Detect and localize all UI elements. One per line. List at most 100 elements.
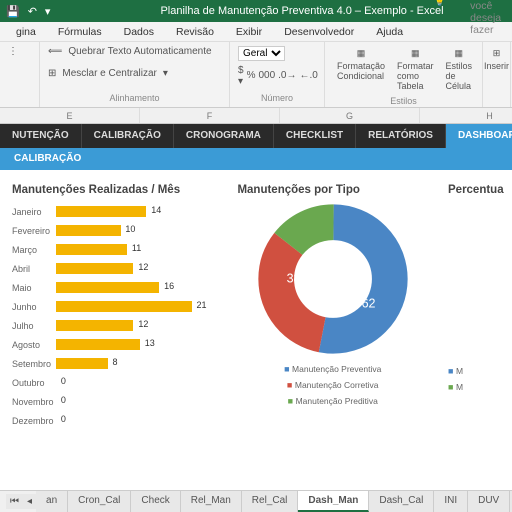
- conditional-formatting-button[interactable]: ▦Formatação Condicional: [333, 46, 389, 93]
- bar-value: 21: [196, 300, 206, 310]
- sheet-tab[interactable]: Rel_Man: [181, 491, 242, 512]
- styles-icon: ▦: [455, 48, 464, 59]
- ribbon-tab[interactable]: Fórmulas: [48, 23, 112, 41]
- bar-label: Agosto: [12, 340, 56, 350]
- ribbon-tab[interactable]: Exibir: [226, 23, 272, 41]
- legend-item: Manutenção Preditiva: [288, 396, 378, 406]
- bar-label: Dezembro: [12, 416, 56, 426]
- sheet-tabs: ⏮ ◂ anCron_CalCheckRel_ManRel_CalDash_Ma…: [0, 490, 512, 512]
- sheet-tab[interactable]: INI: [434, 491, 468, 512]
- legend-item: Manutenção Corretiva: [287, 380, 379, 390]
- sheet-tab[interactable]: Dash_Man: [298, 491, 369, 512]
- insert-button[interactable]: ⊞Inserir: [491, 46, 502, 73]
- bar-row: Janeiro 14: [12, 204, 217, 219]
- ribbon-tab[interactable]: Ajuda: [366, 23, 413, 41]
- tab-scroll-first-icon[interactable]: ⏮: [6, 494, 23, 509]
- bar-value: 12: [138, 262, 148, 272]
- nav-item[interactable]: NUTENÇÃO: [0, 124, 82, 148]
- col-header[interactable]: H: [420, 108, 512, 123]
- bar-label: Março: [12, 245, 56, 255]
- sheet-tab[interactable]: an: [36, 491, 68, 512]
- ribbon: ⋮ ⟸ Quebrar Texto Automaticamente ⊞ Mesc…: [0, 42, 512, 108]
- legend-item: Manutenção Preventiva: [284, 364, 381, 374]
- sheet-tab[interactable]: Rel_Cal: [242, 491, 299, 512]
- bar-row: Maio16: [12, 280, 217, 295]
- slice-label: 62: [361, 297, 375, 311]
- nav-item[interactable]: CALIBRAÇÃO: [82, 124, 174, 148]
- donut-chart: 17 38 62: [258, 204, 408, 354]
- sheet-tab[interactable]: Check: [131, 491, 180, 512]
- col-header[interactable]: G: [280, 108, 420, 123]
- bar-value: 0: [61, 376, 66, 386]
- bar-row: Dezembro0: [12, 413, 217, 428]
- legend-item: M: [448, 366, 463, 376]
- bar-row: Novembro0: [12, 394, 217, 409]
- group-label-styles: Estilos: [333, 96, 474, 106]
- bar-label: Outubro: [12, 378, 56, 388]
- lightbulb-icon: 💡: [423, 0, 456, 10]
- bar-label: Julho: [12, 321, 56, 331]
- bar-value: 8: [113, 357, 118, 367]
- decrease-decimal-icon[interactable]: ←.0: [300, 70, 318, 81]
- card-title: Manutenções Realizadas / Mês: [12, 184, 217, 196]
- card-manutencoes-mes: Manutenções Realizadas / Mês Janeiro 14 Fe…: [8, 180, 221, 440]
- col-header[interactable]: F: [140, 108, 280, 123]
- bar-value: 10: [125, 224, 135, 234]
- card-percentual: Percentua M M: [444, 180, 504, 440]
- nav-item[interactable]: RELATÓRIOS: [356, 124, 446, 148]
- worksheet: E F G H NUTENÇÃOCALIBRAÇÃOCRONOGRAMACHEC…: [0, 108, 512, 468]
- bar-label: Maio: [12, 283, 56, 293]
- card-title: Manutenções por Tipo: [237, 184, 428, 196]
- autosave-icon[interactable]: 💾: [6, 5, 20, 18]
- percent-icon[interactable]: %: [247, 70, 256, 81]
- subnav-item[interactable]: CALIBRAÇÃO: [0, 148, 95, 170]
- ribbon-tabs: gina Fórmulas Dados Revisão Exibir Desen…: [0, 22, 512, 42]
- bar-label: Janeiro: [12, 207, 56, 217]
- dashboard-nav-secondary: CALIBRAÇÃO: [0, 148, 512, 170]
- currency-icon[interactable]: $ ▾: [238, 65, 244, 87]
- card-title: Percentua: [448, 184, 500, 196]
- comma-icon[interactable]: 000: [258, 70, 275, 81]
- tab-scroll-prev-icon[interactable]: ◂: [23, 494, 36, 509]
- bar-row: Setembro 8: [12, 356, 217, 371]
- legend-item: M: [448, 382, 463, 392]
- number-format-select[interactable]: Geral: [238, 46, 285, 61]
- ribbon-tab[interactable]: Desenvolvedor: [274, 23, 364, 41]
- group-label-alignment: Alinhamento: [48, 93, 221, 103]
- merge-center-button[interactable]: ⊞ Mesclar e Centralizar ▾: [48, 68, 221, 79]
- ribbon-tab[interactable]: Dados: [114, 23, 164, 41]
- bar-row: Março11: [12, 242, 217, 257]
- sheet-tab[interactable]: DUV: [468, 491, 510, 512]
- bar-row: Outubro 0: [12, 375, 217, 390]
- wrap-text-button[interactable]: ⟸ Quebrar Texto Automaticamente: [48, 46, 221, 57]
- slice-label: 17: [354, 259, 367, 271]
- nav-item[interactable]: CHECKLIST: [274, 124, 356, 148]
- bar-label: Setembro: [12, 359, 56, 369]
- qat-more-icon[interactable]: ▾: [45, 5, 51, 18]
- ribbon-tab[interactable]: Revisão: [166, 23, 224, 41]
- bar-value: 13: [145, 338, 155, 348]
- ribbon-tab[interactable]: gina: [6, 23, 46, 41]
- card-manutencoes-tipo: Manutenções por Tipo 17 38 62 Manutenção…: [233, 180, 432, 440]
- slice-label: 38: [286, 272, 300, 286]
- tell-me-search[interactable]: 💡 Diga-me o que você deseja fazer: [415, 0, 512, 41]
- bar-value: 14: [151, 205, 161, 215]
- sheet-tab[interactable]: Cron_Cal: [68, 491, 131, 512]
- chevron-down-icon[interactable]: ⋮: [8, 46, 18, 57]
- bar-row: Fevereiro 10: [12, 223, 217, 238]
- grid-icon: ▦: [357, 48, 366, 59]
- bar-label: Novembro: [12, 397, 56, 407]
- bar-label: Fevereiro: [12, 226, 56, 236]
- dashboard-nav-primary: NUTENÇÃOCALIBRAÇÃOCRONOGRAMACHECKLISTREL…: [0, 124, 512, 148]
- bar-row: Junho21: [12, 299, 217, 314]
- cell-styles-button[interactable]: ▦Estilos de Célula: [442, 46, 477, 93]
- nav-item[interactable]: DASHBOARDS: [446, 124, 512, 148]
- nav-item[interactable]: CRONOGRAMA: [174, 124, 274, 148]
- col-header[interactable]: E: [0, 108, 140, 123]
- increase-decimal-icon[interactable]: .0→: [278, 70, 296, 81]
- chart-legend: Manutenção Preventiva Manutenção Correti…: [237, 364, 428, 406]
- undo-icon[interactable]: ↶: [28, 5, 37, 18]
- format-as-table-button[interactable]: ▦Formatar como Tabela: [393, 46, 438, 93]
- chart-legend: M M: [448, 366, 500, 392]
- sheet-tab[interactable]: Dash_Cal: [369, 491, 434, 512]
